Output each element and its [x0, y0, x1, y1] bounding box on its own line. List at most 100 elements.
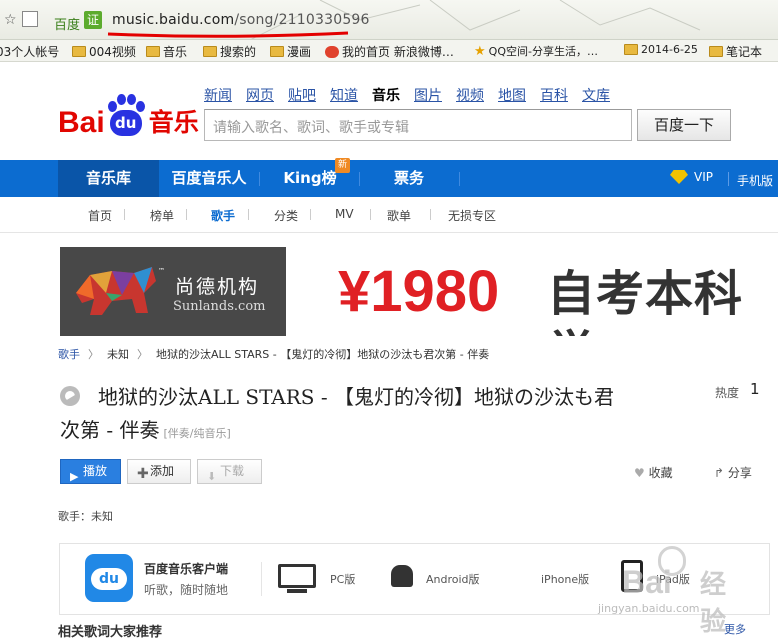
download-icon: ⬇ [207, 470, 217, 483]
url-host: music.baidu.com [112, 12, 235, 28]
breadcrumb-artist[interactable]: 未知 [107, 348, 129, 361]
breadcrumb-song: 地狱的沙汰ALL STARS - 【鬼灯的冷彻】地狱の沙汰も君次第 - 伴奏 [156, 348, 490, 361]
top-links: 新闻 网页 贴吧 知道 音乐 图片 视频 地图 百科 文库 [204, 85, 624, 105]
ad-price: ¥1980 [338, 259, 500, 324]
ad-headline: 自考本科学 [547, 266, 744, 336]
nav-music-library[interactable]: 音乐库 [58, 160, 159, 197]
watermark-brand: Bai [622, 564, 672, 600]
top-link-zhidao[interactable]: 知道 [330, 85, 358, 105]
bookmark-item[interactable]: 笔记本 [709, 43, 762, 60]
certificate-badge[interactable]: 证 [84, 11, 102, 29]
add-label: 添加 [150, 464, 175, 478]
vip-gem-icon [670, 170, 688, 184]
song-title: 地狱的沙汰ALL STARS - 【鬼灯的冷彻】地狱の沙汰も君次第 - 伴奏 [60, 385, 614, 442]
nav-tickets[interactable]: 票务 [360, 160, 458, 197]
red-underline-annotation [107, 31, 349, 38]
download-button[interactable]: ⬇ 下载 [197, 459, 262, 484]
top-link-web[interactable]: 网页 [246, 85, 274, 105]
subnav-singers[interactable]: 歌手 [211, 207, 235, 224]
bookmark-item[interactable]: 004视频 [72, 43, 136, 60]
download-label: 下载 [220, 464, 245, 478]
top-link-map[interactable]: 地图 [498, 85, 526, 105]
bookmark-label: 004视频 [89, 45, 136, 59]
platform-android[interactable]: Android版 [426, 571, 480, 587]
collect-label: 收藏 [648, 466, 673, 480]
subnav-charts[interactable]: 榜单 [150, 207, 174, 224]
vip-link[interactable]: VIP [670, 170, 713, 184]
platform-iphone[interactable]: iPhone版 [541, 571, 589, 587]
bookmark-item[interactable]: 2014-6-25 [624, 43, 698, 56]
bookmark-label: 笔记本 [726, 45, 763, 59]
more-link[interactable]: 更多 [724, 621, 746, 637]
watermark-url: jingyan.baidu.com [598, 602, 700, 615]
client-name[interactable]: 百度音乐客户端 [144, 560, 228, 577]
baidu-music-app-icon[interactable]: du [85, 554, 133, 602]
top-link-tieba[interactable]: 贴吧 [288, 85, 316, 105]
breadcrumb-singers[interactable]: 歌手 [58, 348, 80, 361]
add-button[interactable]: ✚ 添加 [127, 459, 191, 484]
top-link-baike[interactable]: 百科 [540, 85, 568, 105]
top-link-news[interactable]: 新闻 [204, 85, 232, 105]
search-button[interactable]: 百度一下 [637, 109, 731, 141]
bookmark-label: 03个人帐号 [0, 45, 60, 59]
mobile-version-link[interactable]: 手机版 [737, 172, 773, 189]
android-icon [391, 565, 413, 587]
heart-icon: ♥ [634, 466, 645, 480]
bookmark-item[interactable]: 03个人帐号 [0, 43, 59, 60]
new-badge: 新 [335, 158, 350, 173]
pc-icon [278, 564, 316, 593]
bookmark-label: 漫画 [287, 45, 312, 59]
share-button[interactable]: ↱ 分享 [714, 464, 752, 481]
chevron-right-icon: 〉 [137, 348, 148, 361]
folder-icon [72, 46, 86, 57]
top-link-images[interactable]: 图片 [414, 85, 442, 105]
address-input[interactable]: music.baidu.com/song/2110330596 [112, 12, 370, 28]
platform-pc[interactable]: PC版 [330, 571, 355, 587]
chevron-right-icon: 〉 [88, 348, 99, 361]
play-icon: ▶ [70, 470, 79, 483]
play-label: 播放 [83, 464, 108, 478]
subnav-home[interactable]: 首页 [88, 207, 112, 224]
breadcrumb: 歌手〉未知〉地狱的沙汰ALL STARS - 【鬼灯的冷彻】地狱の沙汰も君次第 … [58, 346, 489, 362]
bookmark-label: 搜索的 [220, 45, 257, 59]
paw-icon: du [106, 94, 146, 138]
bookmark-item[interactable]: 漫画 [270, 43, 311, 60]
logo-music: 音乐 [148, 108, 199, 137]
folder-icon [624, 44, 638, 55]
top-link-wenku[interactable]: 文库 [582, 85, 610, 105]
browser-address-bar: ☆ 百度 证 music.baidu.com/song/2110330596 [0, 0, 778, 40]
vip-label: VIP [694, 170, 713, 184]
bookmark-item[interactable]: 搜索的 [203, 43, 256, 60]
top-link-video[interactable]: 视频 [456, 85, 484, 105]
bookmark-item[interactable]: 我的首页 新浪微博… [325, 43, 454, 60]
star-icon: ★ [474, 43, 486, 59]
folder-icon [709, 46, 723, 57]
song-title-block: 地狱的沙汰ALL STARS - 【鬼灯的冷彻】地狱の沙汰も君次第 - 伴奏 [伴… [60, 381, 630, 450]
ad-brand-panel: ™ 尚德机构 Sunlands.com [60, 247, 286, 336]
folder-icon [146, 46, 160, 57]
related-heading: 相关歌词大家推荐 [58, 625, 163, 640]
sub-nav: 首页 榜单 歌手 分类 MV 歌单 无损专区 [0, 197, 778, 233]
main-nav: 音乐库 百度音乐人 King榜 票务 [0, 160, 778, 197]
baidu-music-logo[interactable]: Bai du 音乐 [58, 92, 199, 138]
collect-button[interactable]: ♥ 收藏 [634, 464, 673, 481]
subnav-mv[interactable]: MV [335, 207, 354, 221]
star-icon[interactable]: ☆ [4, 12, 17, 28]
top-link-music[interactable]: 音乐 [372, 85, 400, 105]
search-input[interactable]: 请输入歌名、歌词、歌手或专辑 [204, 109, 632, 141]
subnav-playlists[interactable]: 歌单 [387, 207, 411, 224]
client-slogan: 听歌，随时随地 [144, 583, 229, 597]
bookmark-item[interactable]: 音乐 [146, 43, 187, 60]
bull-logo-icon [76, 267, 156, 315]
ad-brand-cn: 尚德机构 [175, 276, 260, 298]
bookmark-item[interactable]: ★ QQ空间-分享生活，… [474, 43, 598, 59]
subnav-categories[interactable]: 分类 [274, 207, 298, 224]
bookmark-label: 音乐 [163, 45, 188, 59]
weibo-icon [325, 45, 339, 58]
subnav-lossless[interactable]: 无损专区 [448, 207, 496, 224]
nav-baidu-musician[interactable]: 百度音乐人 [159, 160, 259, 197]
url-path: /song/2110330596 [234, 12, 370, 28]
play-button[interactable]: ▶ 播放 [60, 459, 121, 484]
ad-banner[interactable]: ™ 尚德机构 Sunlands.com ¥1980 自考本科学 [60, 247, 778, 336]
hot-value: 1 [750, 380, 760, 398]
